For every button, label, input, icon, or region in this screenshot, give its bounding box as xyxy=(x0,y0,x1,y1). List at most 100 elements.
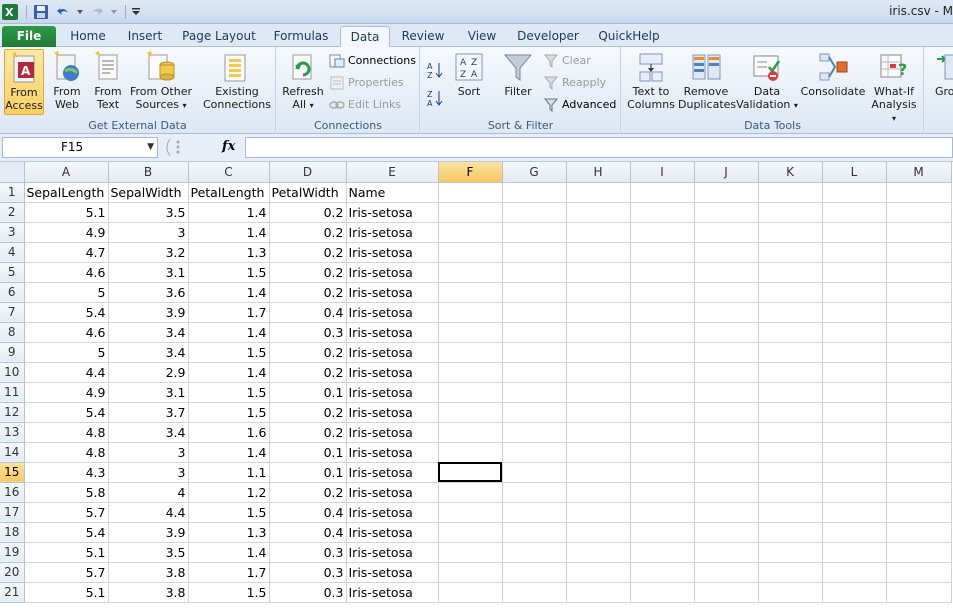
cell[interactable]: 3.1 xyxy=(108,382,189,403)
cell[interactable]: Iris-setosa xyxy=(346,362,439,383)
empty-cell[interactable] xyxy=(694,462,759,483)
empty-cell[interactable] xyxy=(886,502,952,523)
empty-cell[interactable] xyxy=(822,382,887,403)
empty-cell[interactable] xyxy=(502,322,567,343)
empty-cell[interactable] xyxy=(502,402,567,423)
empty-cell[interactable] xyxy=(758,382,823,403)
empty-cell[interactable] xyxy=(438,382,503,403)
cell[interactable]: Iris-setosa xyxy=(346,462,439,483)
cell[interactable]: 0.1 xyxy=(269,462,347,483)
sort-button[interactable]: AZZA Sort xyxy=(451,49,487,115)
empty-cell[interactable] xyxy=(758,522,823,543)
cell[interactable]: 5.4 xyxy=(24,402,109,423)
empty-cell[interactable] xyxy=(502,542,567,563)
cell[interactable]: 0.4 xyxy=(269,522,347,543)
cell[interactable]: 1.5 xyxy=(188,402,270,423)
row-header[interactable]: 8 xyxy=(0,322,25,343)
cell[interactable]: 4.9 xyxy=(24,382,109,403)
cell[interactable]: 3.1 xyxy=(108,262,189,283)
empty-cell[interactable] xyxy=(438,242,503,263)
sort-a-to-z-button[interactable]: AZ xyxy=(427,59,446,80)
empty-cell[interactable] xyxy=(758,342,823,363)
cell[interactable]: 0.1 xyxy=(269,382,347,403)
cell[interactable]: 1.4 xyxy=(188,222,270,243)
empty-cell[interactable] xyxy=(822,402,887,423)
empty-cell[interactable] xyxy=(438,442,503,463)
empty-cell[interactable] xyxy=(502,202,567,223)
column-title-cell[interactable]: SepalLength xyxy=(24,182,109,203)
cell[interactable]: 1.4 xyxy=(188,542,270,563)
cell[interactable]: 3.4 xyxy=(108,322,189,343)
empty-cell[interactable] xyxy=(566,502,631,523)
empty-cell[interactable] xyxy=(822,502,887,523)
empty-cell[interactable] xyxy=(566,442,631,463)
cell[interactable]: 5.4 xyxy=(24,302,109,323)
tab-review[interactable]: Review xyxy=(398,26,448,47)
cell[interactable]: 5.1 xyxy=(24,202,109,223)
connections-button[interactable]: Connections xyxy=(329,51,416,71)
column-header-j[interactable]: J xyxy=(694,162,759,183)
empty-cell[interactable] xyxy=(630,362,695,383)
cell[interactable]: 5.7 xyxy=(24,502,109,523)
empty-cell[interactable] xyxy=(694,422,759,443)
row-header[interactable]: 11 xyxy=(0,382,25,403)
cell[interactable]: 5.8 xyxy=(24,482,109,503)
empty-cell[interactable] xyxy=(438,262,503,283)
column-title-cell[interactable]: PetalWidth xyxy=(269,182,347,203)
cell[interactable]: 0.3 xyxy=(269,562,347,583)
empty-cell[interactable] xyxy=(438,582,503,603)
cell[interactable]: Iris-setosa xyxy=(346,342,439,363)
empty-cell[interactable] xyxy=(502,582,567,603)
cell[interactable]: 3.8 xyxy=(108,582,189,603)
insert-function-icon[interactable]: fx xyxy=(222,139,235,154)
tab-quickhelp[interactable]: QuickHelp xyxy=(594,26,664,47)
name-box-dropdown-icon[interactable]: ▼ xyxy=(147,138,154,157)
empty-cell[interactable] xyxy=(502,502,567,523)
empty-cell[interactable] xyxy=(886,522,952,543)
empty-cell[interactable] xyxy=(630,462,695,483)
text-to-columns-button[interactable]: Text to Columns xyxy=(626,49,676,115)
cell[interactable]: 1.4 xyxy=(188,202,270,223)
empty-cell[interactable] xyxy=(630,322,695,343)
empty-cell[interactable] xyxy=(886,322,952,343)
empty-cell[interactable] xyxy=(630,222,695,243)
cell[interactable]: Iris-setosa xyxy=(346,522,439,543)
undo-icon[interactable] xyxy=(53,3,73,21)
empty-cell[interactable] xyxy=(758,282,823,303)
empty-cell[interactable] xyxy=(758,182,823,203)
cell[interactable]: 0.2 xyxy=(269,242,347,263)
empty-cell[interactable] xyxy=(566,482,631,503)
empty-cell[interactable] xyxy=(502,182,567,203)
cell[interactable]: 3.4 xyxy=(108,342,189,363)
row-header[interactable]: 16 xyxy=(0,482,25,503)
empty-cell[interactable] xyxy=(758,242,823,263)
cell[interactable]: 0.3 xyxy=(269,542,347,563)
empty-cell[interactable] xyxy=(694,502,759,523)
row-header[interactable]: 12 xyxy=(0,402,25,423)
cell[interactable]: 4.3 xyxy=(24,462,109,483)
cell[interactable]: 3 xyxy=(108,222,189,243)
cell[interactable]: 4 xyxy=(108,482,189,503)
row-header[interactable]: 2 xyxy=(0,202,25,223)
cell[interactable]: 3 xyxy=(108,442,189,463)
empty-cell[interactable] xyxy=(694,282,759,303)
empty-cell[interactable] xyxy=(438,222,503,243)
empty-cell[interactable] xyxy=(566,382,631,403)
cell[interactable]: 0.2 xyxy=(269,402,347,423)
cell[interactable]: 0.2 xyxy=(269,282,347,303)
empty-cell[interactable] xyxy=(566,562,631,583)
cell[interactable]: Iris-setosa xyxy=(346,482,439,503)
empty-cell[interactable] xyxy=(694,222,759,243)
empty-cell[interactable] xyxy=(694,442,759,463)
select-all-corner[interactable] xyxy=(0,162,25,183)
active-cell[interactable] xyxy=(438,462,503,483)
empty-cell[interactable] xyxy=(630,502,695,523)
cell[interactable]: 0.1 xyxy=(269,442,347,463)
empty-cell[interactable] xyxy=(822,202,887,223)
column-title-cell[interactable]: PetalLength xyxy=(188,182,270,203)
row-header[interactable]: 7 xyxy=(0,302,25,323)
empty-cell[interactable] xyxy=(438,542,503,563)
cell[interactable]: 0.3 xyxy=(269,322,347,343)
empty-cell[interactable] xyxy=(630,382,695,403)
empty-cell[interactable] xyxy=(630,302,695,323)
